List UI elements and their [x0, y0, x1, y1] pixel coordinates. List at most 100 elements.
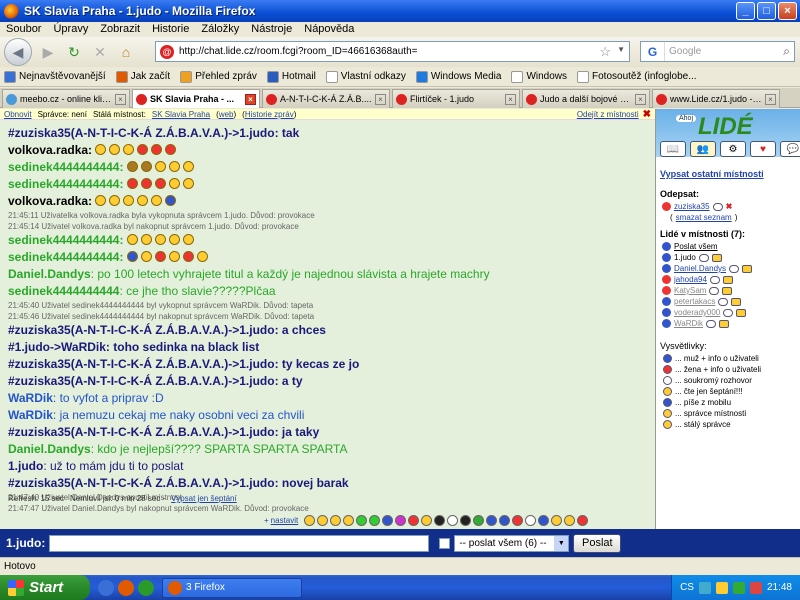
message-input[interactable]	[49, 534, 430, 552]
bookmark-item[interactable]: Jak začít	[115, 70, 170, 83]
message-nick[interactable]: sedinek4444444444	[8, 284, 119, 298]
tab-close-icon[interactable]: ×	[375, 93, 386, 105]
emoticon-picker-icon[interactable]	[369, 514, 381, 526]
emoticon-picker-icon[interactable]	[486, 514, 498, 526]
user-gender-icon[interactable]	[662, 275, 671, 284]
tab-close-icon[interactable]: ×	[765, 93, 776, 105]
menu-help[interactable]: Nápověda	[304, 23, 354, 35]
emoticon-picker-icon[interactable]	[395, 514, 407, 526]
maximize-button[interactable]: □	[757, 2, 776, 20]
refresh-link[interactable]: Obnovit	[4, 110, 32, 119]
menu-history[interactable]: Historie	[152, 23, 189, 35]
user-gender-icon[interactable]	[662, 319, 671, 328]
whispers-only-link[interactable]: Vypsat jen šeptání	[171, 494, 237, 503]
recipient-select[interactable]: -- poslat všem (6) -- ▼	[454, 534, 570, 552]
list-other-rooms-link[interactable]: Vypsat ostatní místnosti	[660, 169, 796, 179]
url-bar[interactable]: @ http://chat.lide.cz/room.fcgi?room_ID=…	[155, 41, 630, 62]
menu-bookmarks[interactable]: Záložky	[201, 23, 239, 35]
private-chat-icon[interactable]	[709, 275, 720, 284]
message-nick[interactable]: sedinek4444444444	[8, 250, 119, 264]
settings-tab[interactable]: ⚙	[720, 141, 746, 157]
browser-tab[interactable]: Flirtíček - 1.judo ×	[392, 89, 520, 108]
network-icon[interactable]	[698, 581, 711, 594]
message-nick[interactable]: 1.judo	[8, 459, 43, 473]
browser-tab[interactable]: A-N-T-I-C-K-Á Z.Á.B.... ×	[262, 89, 390, 108]
search-box[interactable]: G Google ⌕	[640, 41, 795, 62]
web-link[interactable]: web	[219, 110, 234, 119]
bookmark-item[interactable]: Přehled zpráv	[180, 70, 257, 83]
emoticon-picker-icon[interactable]	[408, 514, 420, 526]
back-button[interactable]: ◀	[4, 38, 32, 66]
browser-tab[interactable]: Judo a další bojové sp... ×	[522, 89, 650, 108]
message-nick[interactable]: sedinek4444444444	[8, 177, 119, 191]
history-link[interactable]: Historie zpráv	[245, 110, 294, 119]
emoticon-picker-icon[interactable]	[538, 514, 550, 526]
message-nick[interactable]: #zuziska35(A-N-T-I-C-K-Á Z.Á.B.A.V.A.)->…	[8, 357, 275, 371]
bookmark-item[interactable]: Fotosoutěž (infoglobe...	[577, 70, 697, 83]
bookmark-item[interactable]: Vlastní odkazy	[325, 70, 406, 83]
emoticon-picker-icon[interactable]	[434, 514, 446, 526]
emoticon-picker-icon[interactable]	[447, 514, 459, 526]
user-gender-icon[interactable]	[662, 253, 671, 262]
stop-button[interactable]: ✕	[90, 42, 110, 62]
message-nick[interactable]: WaRDik	[8, 408, 53, 422]
user-name-link[interactable]: jahoda94	[674, 274, 707, 285]
private-chat-icon[interactable]	[712, 202, 723, 211]
user-gender-icon[interactable]	[662, 286, 671, 295]
bookmark-item[interactable]: Hotmail	[266, 70, 316, 83]
remove-icon[interactable]: ✖	[726, 201, 733, 212]
user-gender-icon[interactable]	[662, 308, 671, 317]
private-chat-icon[interactable]	[729, 264, 740, 273]
reply-user-link[interactable]: zuziska35	[674, 201, 710, 212]
menu-tools[interactable]: Nástroje	[251, 23, 292, 35]
emoticon-picker-icon[interactable]	[525, 514, 537, 526]
reload-button[interactable]: ↻	[64, 42, 84, 62]
emoticon-picker-icon[interactable]	[356, 514, 368, 526]
send-button[interactable]: Poslat	[573, 533, 622, 553]
message-nick[interactable]: #zuziska35(A-N-T-I-C-K-Á Z.Á.B.A.V.A.)->…	[8, 126, 275, 140]
message-nick[interactable]: Daniel.Dandys	[8, 442, 91, 456]
menu-edit[interactable]: Úpravy	[53, 23, 88, 35]
tab-close-icon[interactable]: ×	[115, 93, 126, 105]
firefox-task-button[interactable]: 3 Firefox	[162, 577, 302, 598]
emoticon-picker-icon[interactable]	[551, 514, 563, 526]
emoticon-picker-icon[interactable]	[382, 514, 394, 526]
message-nick[interactable]: sedinek4444444444	[8, 233, 119, 247]
private-chat-icon[interactable]	[709, 286, 720, 295]
tab-close-icon[interactable]: ×	[635, 93, 646, 105]
user-name-link[interactable]: 1.judo	[674, 252, 696, 263]
minimize-button[interactable]: _	[736, 2, 755, 20]
start-button[interactable]: Start	[0, 575, 90, 600]
forward-button[interactable]: ▶	[38, 42, 58, 62]
emoticon-picker-icon[interactable]	[577, 514, 589, 526]
emoticon-picker-icon[interactable]	[460, 514, 472, 526]
browser-tab[interactable]: www.Lide.cz/1.judo - ... ×	[652, 89, 780, 108]
firefox-quick-icon[interactable]	[118, 579, 134, 596]
emoticon-picker-icon[interactable]	[564, 514, 576, 526]
menu-file[interactable]: Soubor	[6, 23, 41, 35]
message-nick[interactable]: #zuziska35(A-N-T-I-C-K-Á Z.Á.B.A.V.A.)->…	[8, 476, 275, 490]
message-nick[interactable]: #zuziska35(A-N-T-I-C-K-Á Z.Á.B.A.V.A.)->…	[8, 323, 275, 337]
media-icon[interactable]	[138, 579, 154, 596]
emoticon-picker-icon[interactable]	[421, 514, 433, 526]
user-name-link[interactable]: Daniel.Dandys	[674, 263, 726, 274]
messenger-icon[interactable]	[715, 581, 728, 594]
browser-tab[interactable]: SK Slavia Praha - ... ×	[132, 89, 260, 108]
private-chat-icon[interactable]	[706, 319, 717, 328]
security-icon[interactable]	[732, 581, 745, 594]
message-nick[interactable]: #zuziska35(A-N-T-I-C-K-Á Z.Á.B.A.V.A.)->…	[8, 374, 275, 388]
bookmark-item[interactable]: Nejnavštěvovanější	[4, 70, 106, 83]
book-tab[interactable]: 📖	[660, 141, 686, 157]
emoticon-picker-icon[interactable]	[343, 514, 355, 526]
user-name-link[interactable]: petertakacs	[674, 296, 715, 307]
bookmark-star-icon[interactable]: ☆	[599, 44, 611, 60]
user-name-link[interactable]: WaRDik	[674, 318, 703, 329]
private-chat-icon[interactable]	[723, 308, 734, 317]
people-tab[interactable]: 👥	[690, 141, 716, 157]
message-nick[interactable]: volkova.radka	[8, 143, 88, 157]
emoticon-picker-icon[interactable]	[499, 514, 511, 526]
close-button[interactable]: ×	[778, 2, 797, 20]
bookmark-item[interactable]: Windows	[511, 70, 567, 83]
message-nick[interactable]: #zuziska35(A-N-T-I-C-K-Á Z.Á.B.A.V.A.)->…	[8, 425, 275, 439]
private-chat-icon[interactable]	[698, 253, 709, 262]
